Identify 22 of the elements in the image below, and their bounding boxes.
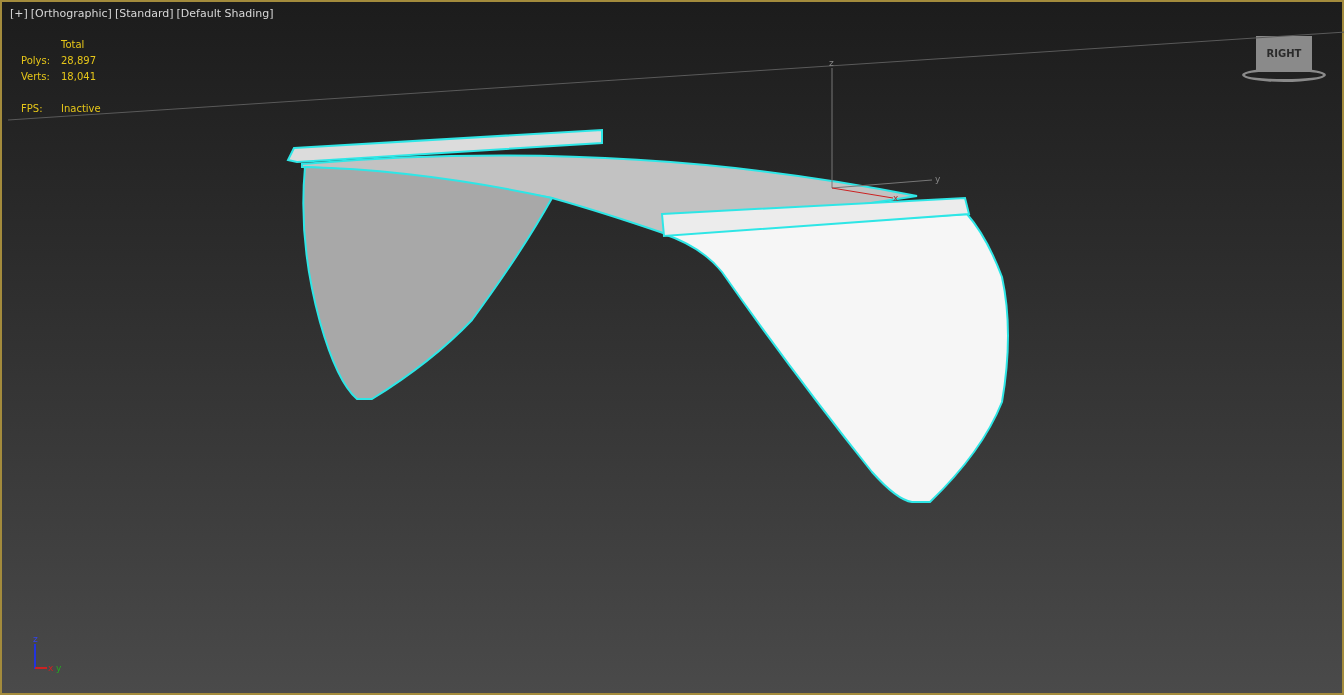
wing-model-drawing[interactable] [286,128,1009,503]
fps-label: FPS: [21,102,44,116]
stats-value: 18,041 [61,70,97,84]
gizmo-y-label: y [935,174,941,184]
view-cube-face-label: RIGHT [1266,49,1302,59]
viewport-menu-label[interactable]: [+] [10,6,28,23]
stats-column-header: Total [61,38,86,52]
world-x-label: x [48,663,54,673]
transform-gizmo-drawing[interactable] [831,67,933,199]
gizmo-x-label: x [893,193,899,203]
viewport-menu-label[interactable]: [Orthographic] [30,6,112,23]
stats-label: Verts: [21,70,51,84]
world-z-label: z [33,634,38,644]
fps-value: Inactive [61,102,101,116]
viewport-menu-label[interactable]: [Default Shading] [176,6,274,23]
stats-label: Polys: [21,54,52,68]
viewport[interactable]: [+] [Orthographic] [Standard] [Default Shading] Total Polys: 28,897 Verts: 18,041 FPS: Inactive RIGHT z y x z x y [0,0,1344,695]
world-axis-drawing [34,643,48,670]
viewport-menu-label[interactable]: [Standard] [114,6,174,23]
stats-value: 28,897 [61,54,97,68]
gizmo-z-label: z [829,58,834,68]
world-y-label: y [56,663,62,673]
